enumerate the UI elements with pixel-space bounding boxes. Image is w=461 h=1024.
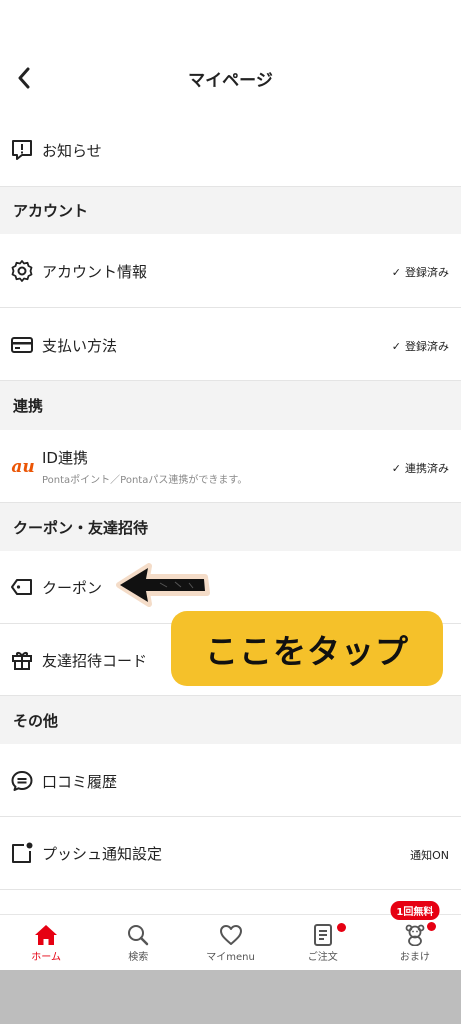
- reviews-row[interactable]: 口コミ履歴: [0, 744, 461, 817]
- account-status-text: 登録済み: [405, 266, 449, 279]
- push-row[interactable]: プッシュ通知設定 通知ON: [0, 817, 461, 890]
- system-nav-area: [0, 970, 461, 1024]
- push-status: 通知ON: [410, 849, 449, 862]
- check-icon: ✓: [391, 265, 401, 279]
- tap-here-callout: ここをタップ: [171, 611, 443, 686]
- tab-orders[interactable]: ご注文: [277, 915, 369, 970]
- home-icon: [35, 925, 58, 945]
- id-link-row[interactable]: au ID連携 Pontaポイント／Pontaパス連携ができます。 ✓ 連携済み: [0, 430, 461, 503]
- payment-row[interactable]: 支払い方法 ✓ 登録済み: [0, 308, 461, 381]
- tab-bonus-label: おまけ: [399, 952, 430, 963]
- page-title: マイページ: [188, 71, 273, 91]
- orders-notification-dot: [336, 923, 346, 932]
- tab-orders-label: ご注文: [307, 952, 338, 963]
- tab-search[interactable]: 検索: [92, 915, 184, 970]
- tab-search-label: 検索: [128, 952, 149, 963]
- tab-bar: ホーム 検索 マイmenu ご注文 1回無料 おまけ: [0, 901, 461, 970]
- reviews-label: 口コミ履歴: [42, 773, 118, 791]
- id-link-sub: Pontaポイント／Pontaパス連携ができます。: [42, 475, 248, 486]
- tab-bonus[interactable]: 1回無料 おまけ: [369, 901, 461, 970]
- speech-bubble-icon: [9, 768, 35, 794]
- bonus-badge: 1回無料: [390, 901, 440, 920]
- coupon-tag-icon: [9, 574, 35, 600]
- tab-home-label: ホーム: [31, 952, 61, 963]
- tab-mymenu[interactable]: マイmenu: [184, 915, 276, 970]
- account-status: ✓ 登録済み: [392, 264, 449, 280]
- bonus-notification-dot: [426, 922, 436, 931]
- tab-mymenu-label: マイmenu: [206, 952, 255, 963]
- id-link-status-text: 連携済み: [405, 462, 449, 475]
- coupon-label: クーポン: [42, 579, 103, 597]
- id-link-status: ✓ 連携済み: [392, 460, 449, 476]
- gift-icon: [9, 647, 35, 673]
- au-logo-icon: au: [11, 457, 35, 477]
- section-account: アカウント: [0, 187, 461, 234]
- check-icon: ✓: [391, 339, 401, 353]
- id-link-label: ID連携: [42, 449, 88, 467]
- invite-code-label: 友達招待コード: [42, 652, 148, 670]
- search-icon: [128, 925, 149, 946]
- order-receipt-icon: [313, 924, 332, 946]
- notice-icon: [9, 137, 35, 163]
- notice-row[interactable]: お知らせ: [0, 115, 461, 187]
- section-coupon-invite: クーポン・友達招待: [0, 503, 461, 551]
- section-other: その他: [0, 696, 461, 744]
- check-icon: ✓: [391, 461, 401, 475]
- account-info-row[interactable]: アカウント情報 ✓ 登録済み: [0, 234, 461, 308]
- push-label: プッシュ通知設定: [42, 845, 163, 863]
- gear-icon: [9, 258, 35, 284]
- tab-home[interactable]: ホーム: [0, 915, 92, 970]
- payment-label: 支払い方法: [42, 337, 118, 355]
- credit-card-icon: [9, 332, 35, 358]
- payment-status-text: 登録済み: [405, 340, 449, 353]
- account-info-label: アカウント情報: [42, 263, 148, 281]
- bear-icon: [405, 924, 425, 946]
- notification-icon: [9, 840, 35, 866]
- heart-icon: [219, 925, 242, 945]
- pointing-arrow-icon: [116, 563, 210, 607]
- section-link: 連携: [0, 381, 461, 430]
- payment-status: ✓ 登録済み: [392, 338, 449, 354]
- header: マイページ: [0, 0, 461, 115]
- notice-label: お知らせ: [42, 142, 102, 160]
